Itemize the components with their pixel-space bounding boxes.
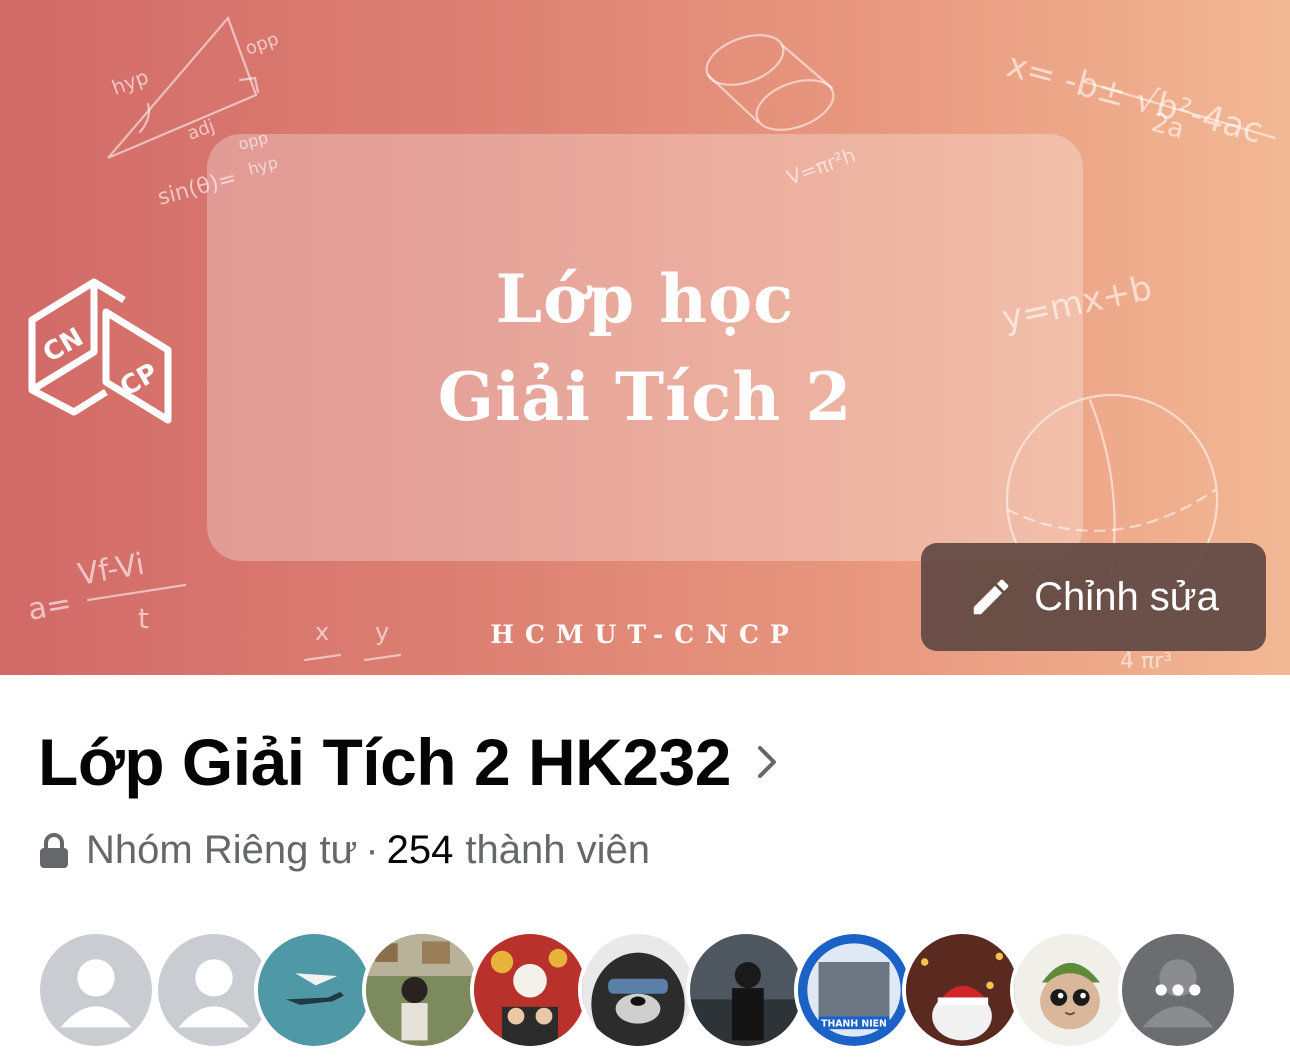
avatar-badge-text: THANH NIEN [821, 1018, 887, 1029]
member-avatar[interactable] [902, 930, 1022, 1050]
group-name-link[interactable]: Lớp Giải Tích 2 HK232 [38, 722, 779, 802]
svg-text:a=: a= [25, 586, 74, 628]
more-dots-icon [1122, 934, 1234, 1046]
member-avatar[interactable]: THANH NIEN [794, 930, 914, 1050]
svg-text:adj: adj [185, 116, 218, 145]
edit-cover-button[interactable]: Chỉnh sửa [921, 543, 1266, 651]
member-avatar[interactable] [362, 930, 482, 1050]
svg-text:4 πr³: 4 πr³ [1120, 649, 1172, 674]
cover-title-line2: Giải Tích 2 [437, 358, 853, 436]
member-avatar[interactable] [1010, 930, 1130, 1050]
member-avatars[interactable]: THANH NIEN [36, 930, 1256, 1050]
member-count[interactable]: 254 [387, 828, 454, 873]
more-members-button[interactable] [1118, 930, 1238, 1050]
cover-title: Lớp học Giải Tích 2 [207, 250, 1083, 446]
member-avatar[interactable] [470, 930, 590, 1050]
svg-text:Vf-Vi: Vf-Vi [75, 547, 147, 593]
cncp-logo: CN CP [28, 278, 172, 424]
svg-text:t: t [138, 602, 149, 635]
group-meta: Nhóm Riêng tư · 254 thành viên [38, 828, 650, 873]
cover-title-line1: Lớp học [495, 260, 795, 338]
lock-icon [40, 832, 68, 868]
cover-photo[interactable]: hyp opp adj sin(θ)= opp hyp V=πr²h x= -b… [0, 0, 1290, 675]
pencil-icon [973, 579, 1009, 615]
member-avatar-default[interactable] [36, 930, 156, 1050]
chevron-right-icon [757, 746, 776, 778]
member-avatar[interactable] [686, 930, 806, 1050]
svg-text:hyp: hyp [109, 64, 152, 99]
edit-cover-label: Chỉnh sửa [1034, 574, 1219, 619]
member-avatar[interactable] [578, 930, 698, 1050]
member-avatar[interactable] [254, 930, 374, 1050]
svg-text:opp: opp [243, 28, 282, 59]
meta-separator: · [365, 828, 379, 872]
group-name: Lớp Giải Tích 2 HK232 [38, 725, 731, 799]
privacy-label[interactable]: Nhóm Riêng tư [86, 828, 357, 873]
member-label[interactable]: thành viên [465, 828, 650, 873]
